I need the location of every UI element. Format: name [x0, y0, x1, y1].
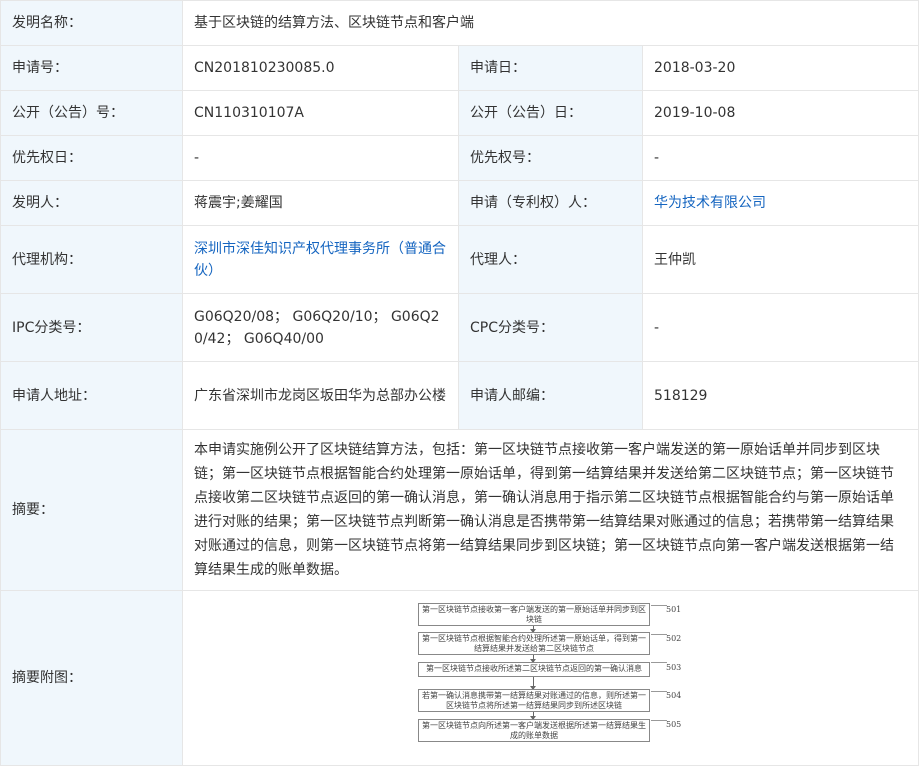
label-abstract: 摘要：: [0, 429, 183, 591]
lead-line: [651, 691, 667, 692]
value-priority-date: -: [182, 135, 459, 181]
row-agency: 代理机构： 深圳市深佳知识产权代理事务所（普通合伙） 代理人： 王仲凯: [0, 225, 919, 294]
flow-step-503: 第一区块链节点接收所述第二区块链节点返回的第一确认消息: [418, 662, 650, 677]
row-figure: 摘要附图： 第一区块链节点接收第一客户端发送的第一原始话单并同步到区块链 501…: [0, 590, 919, 766]
abstract-flowchart: 第一区块链节点接收第一客户端发送的第一原始话单并同步到区块链 501 第一区块链…: [418, 599, 708, 759]
label-pub-date: 公开（公告）日：: [458, 90, 643, 136]
flow-step-505: 第一区块链节点向所述第一客户端发送根据所述第一结算结果生成的账单数据: [418, 719, 650, 742]
label-address: 申请人地址：: [0, 361, 183, 430]
value-agency: 深圳市深佳知识产权代理事务所（普通合伙）: [182, 225, 459, 294]
patent-info-table: 发明名称： 基于区块链的结算方法、区块链节点和客户端 申请号： CN201810…: [0, 0, 919, 766]
flow-arrow-icon: [530, 712, 536, 720]
value-title: 基于区块链的结算方法、区块链节点和客户端: [182, 0, 919, 46]
value-pub-date: 2019-10-08: [642, 90, 919, 136]
value-app-no: CN201810230085.0: [182, 45, 459, 91]
row-inventor: 发明人： 蒋震宇;姜耀国 申请（专利权）人： 华为技术有限公司: [0, 180, 919, 226]
value-pub-no: CN110310107A: [182, 90, 459, 136]
flow-arrow-icon: [530, 655, 536, 663]
applicant-link[interactable]: 华为技术有限公司: [654, 195, 766, 211]
row-title: 发明名称： 基于区块链的结算方法、区块链节点和客户端: [0, 0, 919, 46]
step-number-504: 504: [666, 691, 682, 700]
label-agent: 代理人：: [458, 225, 643, 294]
value-priority-no: -: [642, 135, 919, 181]
row-abstract: 摘要： 本申请实施例公开了区块链结算方法，包括：第一区块链节点接收第一客户端发送…: [0, 429, 919, 591]
label-agency: 代理机构：: [0, 225, 183, 294]
value-app-date: 2018-03-20: [642, 45, 919, 91]
label-priority-date: 优先权日：: [0, 135, 183, 181]
flow-step-502: 第一区块链节点根据智能合约处理所述第一原始话单，得到第一结算结果并发送给第二区块…: [418, 632, 650, 655]
label-applicant: 申请（专利权）人：: [458, 180, 643, 226]
row-pub: 公开（公告）号： CN110310107A 公开（公告）日： 2019-10-0…: [0, 90, 919, 136]
step-number-503: 503: [666, 663, 682, 672]
value-applicant: 华为技术有限公司: [642, 180, 919, 226]
row-ipc: IPC分类号： G06Q20/08； G06Q20/10； G06Q20/42；…: [0, 293, 919, 362]
label-title: 发明名称：: [0, 0, 183, 46]
label-ipc: IPC分类号：: [0, 293, 183, 362]
lead-line: [651, 720, 667, 721]
label-app-no: 申请号：: [0, 45, 183, 91]
label-inventor: 发明人：: [0, 180, 183, 226]
lead-line: [651, 662, 667, 663]
value-ipc: G06Q20/08； G06Q20/10； G06Q20/42； G06Q40/…: [182, 293, 459, 362]
label-priority-no: 优先权号：: [458, 135, 643, 181]
label-postcode: 申请人邮编：: [458, 361, 643, 430]
label-pub-no: 公开（公告）号：: [0, 90, 183, 136]
row-app: 申请号： CN201810230085.0 申请日： 2018-03-20: [0, 45, 919, 91]
label-cpc: CPC分类号：: [458, 293, 643, 362]
row-priority: 优先权日： - 优先权号： -: [0, 135, 919, 181]
step-number-501: 501: [666, 605, 682, 614]
flow-step-504: 若第一确认消息携带第一结算结果对账通过的信息，则所述第一区块链节点将所述第一结算…: [418, 689, 650, 712]
lead-line: [651, 605, 667, 606]
step-number-505: 505: [666, 720, 682, 729]
value-address: 广东省深圳市龙岗区坂田华为总部办公楼: [182, 361, 459, 430]
label-app-date: 申请日：: [458, 45, 643, 91]
agency-link[interactable]: 深圳市深佳知识产权代理事务所（普通合伙）: [194, 241, 446, 279]
value-agent: 王仲凯: [642, 225, 919, 294]
figure-cell: 第一区块链节点接收第一客户端发送的第一原始话单并同步到区块链 501 第一区块链…: [182, 590, 919, 766]
value-postcode: 518129: [642, 361, 919, 430]
flow-step-501: 第一区块链节点接收第一客户端发送的第一原始话单并同步到区块链: [418, 603, 650, 626]
value-inventor: 蒋震宇;姜耀国: [182, 180, 459, 226]
value-cpc: -: [642, 293, 919, 362]
label-figure: 摘要附图：: [0, 590, 183, 766]
flow-arrow-icon: [530, 677, 536, 690]
value-abstract: 本申请实施例公开了区块链结算方法，包括：第一区块链节点接收第一客户端发送的第一原…: [182, 429, 919, 591]
step-number-502: 502: [666, 634, 682, 643]
lead-line: [651, 634, 667, 635]
row-address: 申请人地址： 广东省深圳市龙岗区坂田华为总部办公楼 申请人邮编： 518129: [0, 361, 919, 430]
